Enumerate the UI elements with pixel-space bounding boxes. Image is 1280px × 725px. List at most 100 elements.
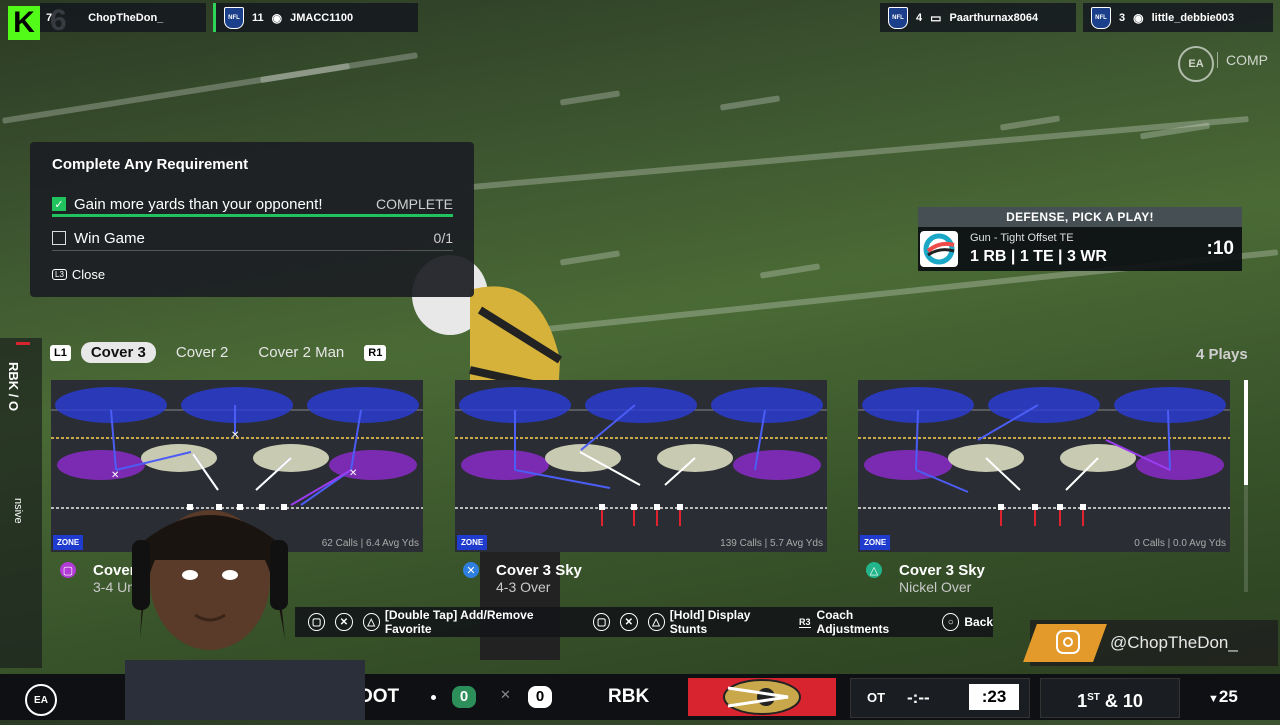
requirement-label: Win Game (74, 229, 145, 247)
social-tag: @ChopTheDon_ (1023, 620, 1278, 666)
play-clock: :10 (1206, 238, 1234, 259)
triangle-button-icon[interactable]: △ (647, 613, 665, 631)
back-hint[interactable]: Back (964, 615, 993, 629)
requirement-progress-fill (52, 214, 453, 217)
home-team-banner (688, 678, 836, 716)
l3-button-icon: L3 (52, 269, 67, 280)
nfl-shield-icon: NFL (888, 6, 908, 29)
play-card-3[interactable]: ZONE 0 Calls | 0.0 Avg Yds (858, 380, 1230, 552)
comp-label: COMP (1217, 52, 1268, 68)
yardline-arrow-icon: ▼ (1208, 693, 1219, 705)
down-suffix: ST (1087, 692, 1100, 703)
player-number: 7 (46, 11, 53, 24)
player-bar-3: NFL 4 ▭ Paarthurnax8064 (880, 3, 1076, 32)
play-card-2[interactable]: ZONE 139 Calls | 5.7 Avg Yds (455, 380, 827, 552)
plays-count: 4 Plays (1196, 346, 1248, 363)
requirement-status: COMPLETE (375, 196, 453, 212)
zone-badge: ZONE (860, 535, 891, 550)
playstation-icon: ◉ (271, 10, 283, 25)
svg-text:✕: ✕ (349, 468, 357, 479)
streamer-webcam (45, 500, 375, 720)
play-clock-box: :23 (969, 684, 1019, 710)
social-handle: @ChopTheDon_ (1110, 633, 1238, 652)
square-button-icon[interactable]: ▢ (592, 613, 611, 631)
cross-button-icon[interactable]: ✕ (463, 562, 479, 578)
xbox-controller-icon: ▭ (930, 10, 942, 25)
game-clock: -:-- (907, 688, 930, 707)
down: 1 (1077, 691, 1088, 711)
instagram-icon (1056, 630, 1080, 654)
defense-header: DEFENSE, PICK A PLAY! (918, 207, 1242, 227)
player-name: little_debbie003 (1151, 11, 1235, 24)
kick-logo: K (8, 6, 40, 40)
tab-cover-2-man[interactable]: Cover 2 Man (248, 342, 354, 363)
player-bar-1: 7 ChopTheDon_ (40, 3, 206, 32)
team-logo-icon (723, 679, 801, 715)
side-label-2: nsive (12, 498, 24, 524)
cross-button-icon[interactable]: ✕ (620, 613, 638, 631)
r3-button-icon[interactable]: R3 (799, 617, 811, 628)
yardline-value: 25 (1218, 687, 1238, 706)
zone-badge: ZONE (457, 535, 488, 550)
requirement-status: 0/1 (433, 230, 453, 246)
ea-sports-logo: EA (1178, 46, 1214, 82)
controls-bar: ▢ ✕ △ [Double Tap] Add/Remove Favorite ▢… (295, 607, 993, 637)
player-number: 4 (916, 11, 923, 24)
play-stats: 139 Calls | 5.7 Avg Yds (720, 538, 823, 549)
player-bar-4: NFL 3 ◉ little_debbie003 (1083, 3, 1273, 32)
player-number: 3 (1119, 11, 1126, 24)
close-label: Close (71, 267, 106, 282)
home-score: 0 (528, 686, 552, 708)
requirements-title: Complete Any Requirement (52, 156, 249, 173)
coach-adjustments-hint[interactable]: Coach Adjustments (817, 608, 924, 636)
checkbox-empty-icon[interactable] (52, 231, 66, 245)
player-name: JMACC1100 (290, 11, 354, 24)
offense-formation: Gun - Tight Offset TE (970, 232, 1074, 244)
playstation-icon: ◉ (1133, 10, 1144, 25)
play-name: Cover 3 Sky (899, 562, 985, 579)
possession-dot (431, 695, 436, 700)
offense-personnel: 1 RB | 1 TE | 3 WR (970, 248, 1107, 265)
defense-banner: DEFENSE, PICK A PLAY! Gun - Tight Offset… (918, 207, 1242, 271)
nfl-shield-icon: NFL (1091, 6, 1111, 29)
vs-divider: ✕ (500, 687, 511, 702)
player-number: 11 (252, 11, 264, 24)
play-stats: 0 Calls | 0.0 Avg Yds (1134, 538, 1226, 549)
circle-button-icon[interactable]: ○ (942, 613, 960, 631)
team-logo-icon (920, 231, 958, 267)
side-bar: RBK / O nsive (0, 338, 42, 668)
l1-button-icon[interactable]: L1 (50, 344, 71, 361)
play-formation: Nickel Over (899, 579, 972, 595)
play-formation: 4-3 Over (496, 579, 551, 595)
play-name: Cover 3 Sky (496, 562, 582, 579)
requirement-progress-bar (52, 214, 453, 217)
away-score: 0 (452, 686, 476, 708)
svg-text:✕: ✕ (111, 470, 119, 481)
distance: & 10 (1104, 691, 1143, 711)
player-name: Paarthurnax8064 (949, 11, 1039, 24)
triangle-button-icon[interactable]: △ (866, 562, 882, 578)
side-label: RBK / O (6, 362, 21, 412)
favorite-hint[interactable]: [Double Tap] Add/Remove Favorite (385, 608, 575, 636)
home-team-abbr: RBK (608, 686, 650, 707)
down-distance: 1ST & 10 (1040, 678, 1180, 718)
tab-cover-2[interactable]: Cover 2 (166, 342, 239, 363)
close-button[interactable]: L3 Close (52, 267, 105, 282)
nfl-shield-icon: NFL (224, 6, 244, 29)
r1-button-icon[interactable]: R1 (364, 344, 387, 361)
requirement-row-2[interactable]: Win Game 0/1 (52, 224, 453, 252)
clock-box: OT -:-- :23 (850, 678, 1030, 718)
checkbox-checked-icon[interactable]: ✓ (52, 197, 66, 211)
player-bar-2: NFL 11 ◉ JMACC1100 (213, 3, 418, 32)
requirement-label: Gain more yards than your opponent! (74, 195, 323, 213)
requirements-panel: Complete Any Requirement ✓ Gain more yar… (30, 142, 474, 297)
scrollbar[interactable] (1244, 380, 1248, 592)
formation-tabs: L1 Cover 3 Cover 2 Cover 2 Man R1 (50, 342, 387, 363)
scrollbar-thumb[interactable] (1244, 380, 1248, 485)
tab-cover-3[interactable]: Cover 3 (80, 342, 156, 363)
play-diagram (858, 387, 1230, 526)
svg-text:✕: ✕ (231, 430, 239, 441)
stunts-hint[interactable]: [Hold] Display Stunts (670, 608, 786, 636)
requirement-divider (52, 250, 453, 251)
side-accent (16, 342, 30, 345)
